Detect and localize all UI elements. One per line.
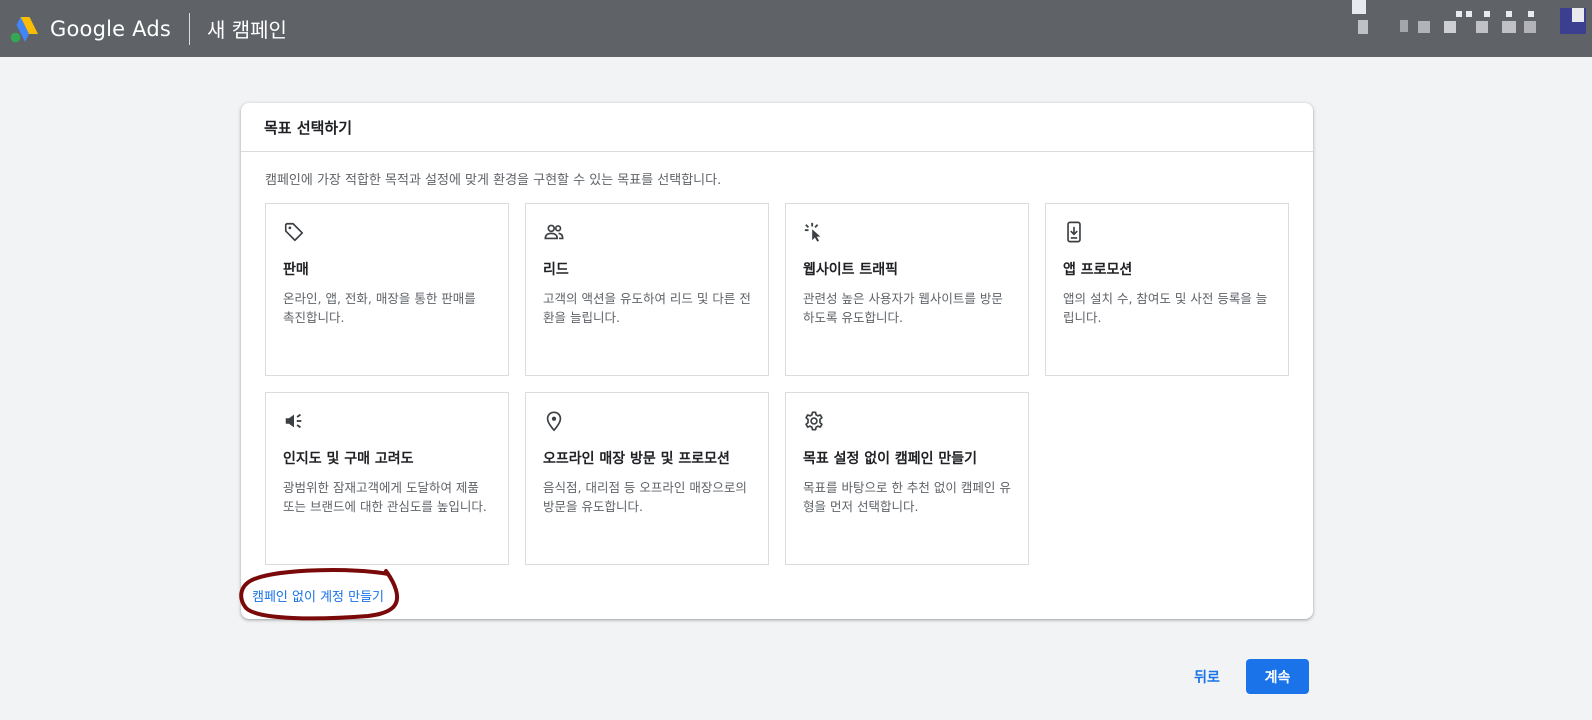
- goal-description: 온라인, 앱, 전화, 매장을 통한 판매를 촉진합니다.: [283, 291, 476, 325]
- goal-leads[interactable]: 리드 고객의 액션을 유도하여 리드 및 다른 전환을 늘립니다.: [525, 203, 769, 376]
- goal-title: 인지도 및 구매 고려도: [283, 451, 414, 467]
- goal-app-promotion[interactable]: 앱 프로모션 앱의 설치 수, 참여도 및 사전 등록을 늘립니다.: [1045, 203, 1289, 376]
- goal-description: 고객의 액션을 유도하여 리드 및 다른 전환을 늘립니다.: [543, 291, 751, 325]
- goal-sales[interactable]: 판매 온라인, 앱, 전화, 매장을 통한 판매를 촉진합니다.: [265, 203, 509, 376]
- objective-card: 목표 선택하기 캠페인에 가장 적합한 목적과 설정에 맞게 환경을 구현할 수…: [241, 103, 1313, 619]
- brand-name: Google Ads: [50, 16, 171, 41]
- goal-description: 목표를 바탕으로 한 추천 없이 캠페인 유형을 먼저 선택합니다.: [803, 480, 1011, 514]
- goal-title: 목표 설정 없이 캠페인 만들기: [803, 451, 978, 467]
- goal-no-objective[interactable]: 목표 설정 없이 캠페인 만들기 목표를 바탕으로 한 추천 없이 캠페인 유형…: [785, 392, 1029, 565]
- goal-title: 판매: [283, 262, 309, 278]
- card-description: 캠페인에 가장 적합한 목적과 설정에 맞게 환경을 구현할 수 있는 목표를 …: [265, 173, 722, 188]
- tag-icon: [284, 222, 304, 242]
- card-title: 목표 선택하기: [241, 103, 1313, 152]
- goal-title: 앱 프로모션: [1063, 262, 1133, 278]
- goal-awareness[interactable]: 인지도 및 구매 고려도 광범위한 잠재고객에게 도달하여 제품 또는 브랜드에…: [265, 392, 509, 565]
- back-button[interactable]: 뒤로: [1185, 660, 1229, 694]
- goal-description: 광범위한 잠재고객에게 도달하여 제품 또는 브랜드에 대한 관심도를 높입니다…: [283, 480, 487, 514]
- goal-description: 음식점, 대리점 등 오프라인 매장으로의 방문을 유도합니다.: [543, 480, 747, 514]
- create-account-without-campaign-link[interactable]: 캠페인 없이 계정 만들기: [252, 586, 384, 605]
- continue-button[interactable]: 계속: [1246, 659, 1309, 694]
- cursor-click-icon: [804, 222, 821, 242]
- header-divider: [189, 12, 190, 45]
- goal-local-store-visits[interactable]: 오프라인 매장 방문 및 프로모션 음식점, 대리점 등 오프라인 매장으로의 …: [525, 392, 769, 565]
- page-title: 새 캠페인: [207, 18, 287, 42]
- goal-title: 리드: [543, 262, 569, 278]
- goal-title: 오프라인 매장 방문 및 프로모션: [543, 451, 730, 467]
- location-pin-icon: [546, 411, 562, 432]
- goal-description: 앱의 설치 수, 참여도 및 사전 등록을 늘립니다.: [1063, 291, 1268, 325]
- megaphone-icon: [285, 413, 302, 429]
- google-ads-logo-icon[interactable]: [8, 13, 40, 45]
- top-app-bar: Google Ads 새 캠페인: [0, 0, 1592, 57]
- phone-download-icon: [1067, 221, 1081, 243]
- goal-title: 웹사이트 트래픽: [803, 262, 899, 278]
- people-icon: [544, 224, 564, 240]
- account-info-redacted[interactable]: [1352, 0, 1592, 57]
- gear-icon: [805, 411, 823, 431]
- goal-description: 관련성 높은 사용자가 웹사이트를 방문하도록 유도합니다.: [803, 291, 1003, 325]
- goal-website-traffic[interactable]: 웹사이트 트래픽 관련성 높은 사용자가 웹사이트를 방문하도록 유도합니다.: [785, 203, 1029, 376]
